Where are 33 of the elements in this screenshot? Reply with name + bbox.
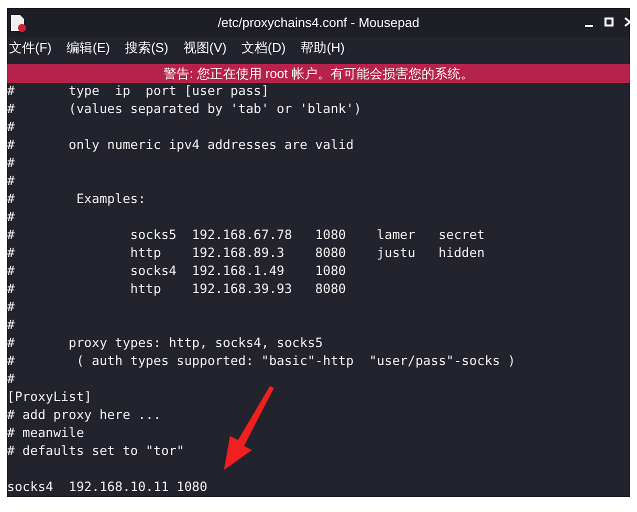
code-line: # defaults set to "tor" [7, 443, 184, 461]
menu-item[interactable]: 编辑(E) [66, 38, 110, 58]
code-line: # [7, 209, 15, 227]
code-line: # proxy types: http, socks4, socks5 [7, 335, 323, 353]
menu-item[interactable]: 帮助(H) [300, 38, 345, 58]
maximize-icon[interactable] [604, 16, 614, 28]
code-line: # [7, 173, 15, 191]
code-line: # type ip port [user pass] [7, 83, 269, 101]
code-line: # socks4 192.168.1.49 1080 [7, 263, 346, 281]
menu-item[interactable]: 文档(D) [242, 38, 286, 58]
code-line: # [7, 371, 15, 389]
close-icon[interactable] [624, 16, 630, 28]
code-line: [ProxyList] [7, 389, 92, 407]
code-line: # add proxy here ... [7, 407, 162, 425]
menu-item[interactable]: 视图(V) [183, 38, 227, 58]
code-line: # meanwile [7, 425, 84, 443]
code-line: socks4 192.168.10.11 1080 [7, 479, 208, 497]
code-line: # http 192.168.89.3 8080 justu hidden [7, 245, 485, 263]
window-title: /etc/proxychains4.conf - Mousepad [218, 14, 420, 32]
code-line: # [7, 119, 15, 137]
menu-item[interactable]: 文件(F) [9, 38, 52, 58]
document-icon [10, 14, 26, 32]
code-line: # [7, 317, 15, 335]
code-line: # Examples: [7, 191, 146, 209]
code-line: # socks5 192.168.67.78 1080 lamer secret [7, 227, 485, 245]
warning-bar: 警告: 您正在使用 root 帐户。有可能会损害您的系统。 [7, 64, 630, 83]
code-line: # only numeric ipv4 addresses are valid [7, 137, 354, 155]
code-line: # http 192.168.39.93 8080 [7, 281, 346, 299]
code-line: # ( auth types supported: "basic"-http "user/pass"-socks ) [7, 353, 516, 371]
code-line: # (values separated by 'tab' or 'blank') [7, 101, 362, 119]
code-line: # [7, 299, 15, 317]
code-line: # [7, 155, 15, 173]
menu-item[interactable]: 搜索(S) [124, 38, 168, 58]
